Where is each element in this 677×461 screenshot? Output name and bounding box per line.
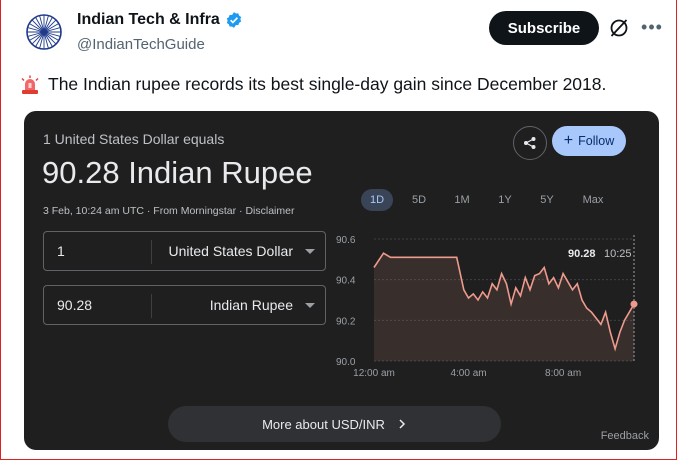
share-icon	[524, 137, 536, 149]
field-divider	[151, 294, 152, 318]
to-amount-input[interactable]: 90.28	[57, 297, 92, 313]
exchange-rate-chart[interactable]: 90.090.290.490.6 12:00 am 4:00 am 8:00 am …	[334, 231, 649, 391]
more-about-button[interactable]: More about USD/INR	[168, 406, 501, 442]
tweet-body: The Indian rupee records its best single…	[48, 74, 607, 94]
author-name[interactable]: Indian Tech & Infra	[77, 11, 243, 29]
tooltip-time: 10:25	[604, 248, 632, 260]
author-handle[interactable]: @IndianTechGuide	[77, 36, 205, 53]
more-options-icon[interactable]: •••	[640, 15, 664, 39]
subscribe-button[interactable]: Subscribe	[489, 11, 599, 45]
conversion-result: 90.28 Indian Rupee	[42, 155, 313, 190]
x-tick-label: 8:00 am	[545, 368, 581, 379]
feedback-link[interactable]: Feedback	[601, 430, 649, 442]
tweet-text: The Indian rupee records its best single…	[20, 74, 606, 95]
x-tick-label: 4:00 am	[450, 368, 486, 379]
range-tab-1y[interactable]: 1Y	[491, 189, 519, 211]
range-tab-1m[interactable]: 1M	[448, 189, 476, 211]
currency-card[interactable]: 1 United States Dollar equals 90.28 Indi…	[24, 111, 659, 450]
follow-button[interactable]: + Follow	[552, 126, 626, 156]
y-tick-label: 90.0	[336, 357, 356, 368]
chevron-right-icon	[399, 419, 405, 429]
range-tab-max[interactable]: Max	[576, 189, 610, 211]
series-area	[374, 253, 634, 361]
range-tab-5y[interactable]: 5Y	[533, 189, 561, 211]
author-name-text[interactable]: Indian Tech & Infra	[77, 11, 220, 29]
from-currency-select[interactable]: United States Dollar	[168, 243, 293, 259]
y-tick-label: 90.2	[336, 316, 356, 327]
rotating-light-icon	[21, 75, 39, 94]
chevron-down-icon[interactable]	[305, 303, 315, 308]
verified-badge-icon	[226, 12, 241, 28]
to-currency-field[interactable]: 90.28 Indian Rupee	[43, 285, 326, 325]
ashoka-chakra-logo	[23, 11, 65, 53]
tooltip-value: 90.28	[568, 248, 596, 260]
more-about-label: More about USD/INR	[262, 416, 385, 432]
range-tab-1d[interactable]: 1D	[361, 189, 393, 211]
follow-label: Follow	[578, 134, 615, 148]
share-button[interactable]	[513, 126, 547, 160]
field-divider	[151, 240, 152, 264]
to-currency-select[interactable]: Indian Rupee	[210, 297, 293, 313]
source-meta: 3 Feb, 10:24 am UTC · From Morningstar ·…	[43, 205, 295, 217]
equals-text: 1 United States Dollar equals	[43, 131, 225, 147]
avatar[interactable]	[23, 11, 65, 53]
plus-icon: +	[563, 132, 574, 149]
y-tick-label: 90.6	[336, 235, 356, 246]
current-point	[630, 300, 638, 308]
y-tick-label: 90.4	[336, 276, 356, 287]
from-amount-input[interactable]: 1	[57, 243, 65, 259]
chevron-down-icon[interactable]	[305, 249, 315, 254]
x-tick-label: 12:00 am	[353, 368, 395, 379]
slashed-circle-icon[interactable]	[608, 17, 630, 39]
range-tab-5d[interactable]: 5D	[405, 189, 433, 211]
from-currency-field[interactable]: 1 United States Dollar	[43, 231, 326, 271]
